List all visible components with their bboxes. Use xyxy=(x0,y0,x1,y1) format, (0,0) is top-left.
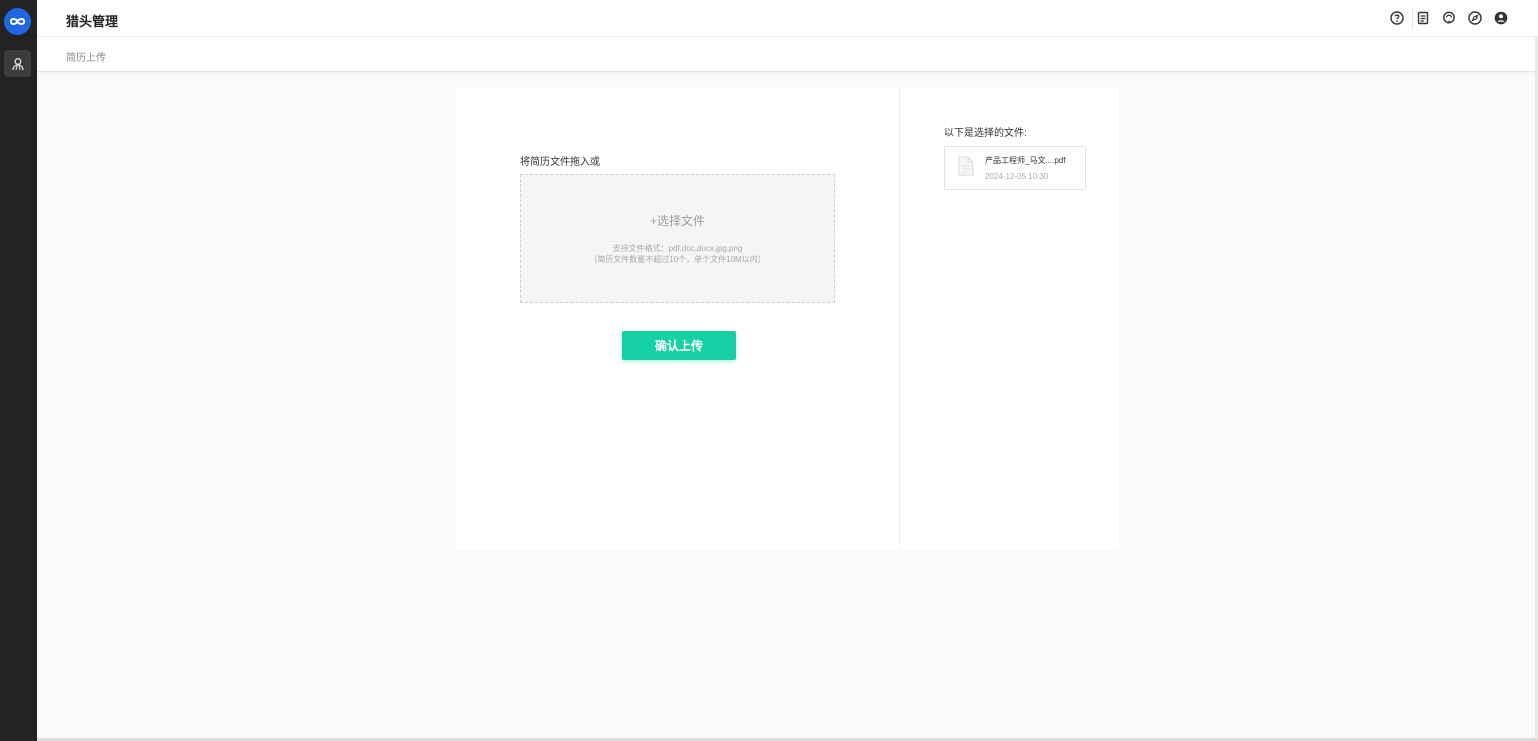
top-icons xyxy=(1389,10,1509,26)
support-icon[interactable] xyxy=(1441,10,1457,26)
upload-panel: 将简历文件拖入或 +选择文件 支持文件格式：pdf,doc,docx,jpg,p… xyxy=(456,87,1119,550)
limit-hint: （简历文件数量不超过10个，单个文件10M以内） xyxy=(589,255,766,264)
panel-divider xyxy=(899,87,900,550)
person-icon xyxy=(11,57,24,70)
drop-label: 将简历文件拖入或 xyxy=(520,157,600,168)
infinity-logo-icon xyxy=(9,18,26,25)
breadcrumb-bar: 简历上传 xyxy=(37,37,1538,72)
sidebar-item-candidates[interactable] xyxy=(4,50,31,77)
help-icon[interactable] xyxy=(1389,10,1405,26)
app-title: 猎头管理 xyxy=(66,14,119,29)
confirm-upload-button[interactable]: 确认上传 xyxy=(622,331,736,360)
user-icon[interactable] xyxy=(1493,10,1509,26)
top-bar: 猎头管理 xyxy=(37,0,1538,37)
file-name: 产品工程师_马文....pdf xyxy=(985,156,1066,165)
choose-file-link[interactable]: +选择文件 xyxy=(521,212,834,229)
sidebar xyxy=(0,0,37,741)
file-time: 2024-12-05 10:30 xyxy=(985,172,1049,181)
file-dropzone[interactable]: +选择文件 支持文件格式：pdf,doc,docx,jpg,png （简历文件数… xyxy=(520,174,835,303)
document-icon[interactable] xyxy=(1415,10,1431,26)
file-icon xyxy=(958,156,974,176)
file-card[interactable]: 产品工程师_马文....pdf 2024-12-05 10:30 xyxy=(944,146,1086,190)
selected-files-title: 以下是选择的文件: xyxy=(944,128,1027,139)
logo[interactable] xyxy=(4,8,31,35)
breadcrumb[interactable]: 简历上传 xyxy=(66,49,106,64)
format-hint: 支持文件格式：pdf,doc,docx,jpg,png xyxy=(612,244,743,253)
compass-icon[interactable] xyxy=(1467,10,1483,26)
